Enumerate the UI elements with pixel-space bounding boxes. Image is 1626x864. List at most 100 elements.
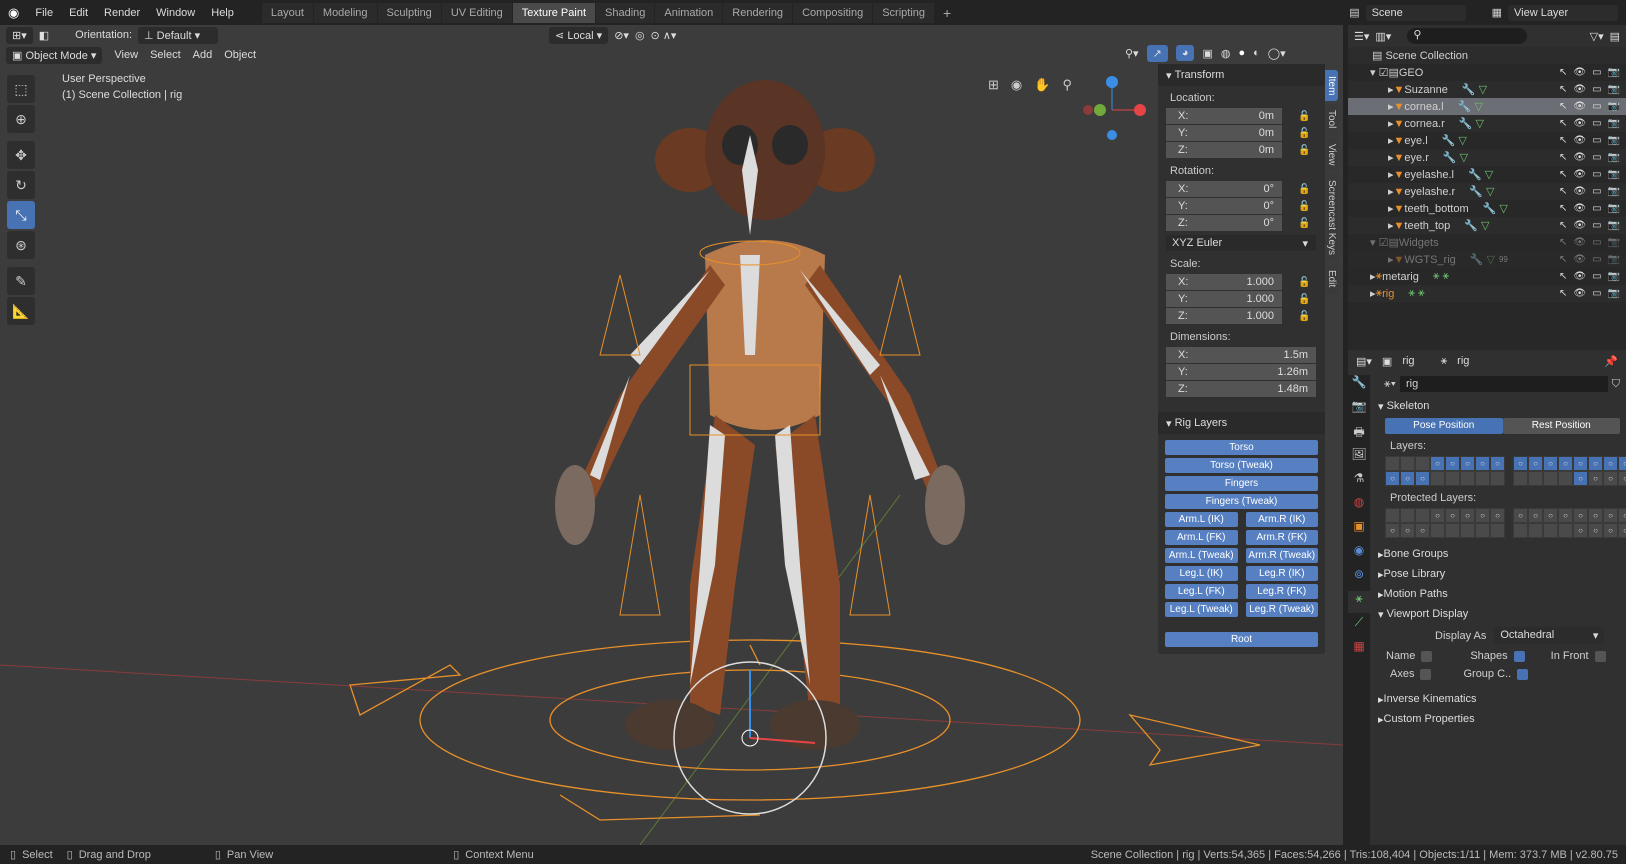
protected-layer-cell[interactable]: ○ — [1618, 523, 1626, 538]
outliner-item-name[interactable]: eyelashe.l — [1404, 169, 1454, 181]
layer-cell[interactable] — [1513, 471, 1528, 486]
viewport-icon[interactable]: ▭ — [1592, 169, 1601, 180]
rig-layer-button[interactable]: Fingers (Tweak) — [1165, 494, 1318, 509]
filter-icon[interactable]: ▽▾ — [1590, 30, 1604, 43]
lock-icon[interactable]: 🔓 — [1298, 294, 1310, 305]
layer-cell[interactable]: ○ — [1528, 456, 1543, 471]
overlay-toggle-icon[interactable]: ◕ — [1175, 45, 1195, 61]
layer-cell[interactable] — [1430, 471, 1445, 486]
pose-library-panel-header[interactable]: ▸ Pose Library — [1370, 564, 1626, 584]
layer-cell[interactable]: ○ — [1385, 471, 1400, 486]
hand-pan-icon[interactable]: ✋ — [1034, 77, 1050, 93]
layer-cell[interactable] — [1475, 471, 1490, 486]
camera-icon[interactable]: ◉ — [1011, 77, 1022, 93]
eye-icon[interactable]: 👁 — [1573, 84, 1586, 95]
tab-layout[interactable]: Layout — [261, 2, 313, 23]
layer-cell[interactable]: ○ — [1430, 456, 1445, 471]
render-icon[interactable]: 📷 — [1608, 237, 1620, 248]
viewport-icon[interactable]: ▭ — [1592, 84, 1601, 95]
outliner-row[interactable]: ▸ ▼ eyelashe.l 🔧 ▽ ↖ 👁 ▭ 📷 — [1348, 166, 1626, 183]
eye-icon[interactable]: 👁 — [1573, 220, 1586, 231]
protected-layer-cell[interactable]: ○ — [1475, 508, 1490, 523]
visibility-icon[interactable]: ⚲▾ — [1125, 47, 1139, 60]
eye-icon[interactable]: 👁 — [1573, 237, 1586, 248]
render-icon[interactable]: 📷 — [1608, 186, 1620, 197]
protected-layer-cell[interactable]: ○ — [1603, 523, 1618, 538]
viewport-menu-select[interactable]: Select — [150, 49, 181, 61]
tab-shading[interactable]: Shading — [596, 2, 655, 23]
scene-selector[interactable]: Scene — [1365, 4, 1466, 21]
blender-logo-icon[interactable]: ◉ — [0, 5, 27, 21]
transform-panel-header[interactable]: ▾ Transform — [1158, 64, 1325, 86]
world-tab-icon[interactable]: ◍ — [1348, 495, 1370, 517]
layer-cell[interactable] — [1445, 471, 1460, 486]
expand-arrow-icon[interactable]: ▾ ☑ — [1370, 66, 1388, 79]
outliner-row[interactable]: ▸ ⚹ metarig ⚹ ⚹ ↖ 👁 ▭ 📷 — [1348, 268, 1626, 285]
protected-layer-cell[interactable]: ○ — [1573, 523, 1588, 538]
outliner-search-input[interactable]: ⚲ — [1407, 28, 1528, 44]
render-icon[interactable]: 📷 — [1608, 118, 1620, 129]
viewport-icon[interactable]: ▭ — [1592, 135, 1601, 146]
armature-data-icon[interactable]: ⚹▾ — [1384, 378, 1396, 391]
armature-data-tab-icon[interactable]: ⚹ — [1348, 591, 1370, 613]
rendered-shading-icon[interactable]: ◯▾ — [1268, 47, 1286, 60]
measure-tool-icon[interactable]: 📐 — [7, 297, 35, 325]
protected-layer-cell[interactable]: ○ — [1430, 508, 1445, 523]
protected-layer-cell[interactable]: ○ — [1558, 508, 1573, 523]
rotation-mode-dropdown[interactable]: XYZ Euler ▾ — [1166, 235, 1316, 251]
outliner-item-name[interactable]: teeth_top — [1404, 220, 1450, 232]
protected-layer-cell[interactable]: ○ — [1385, 523, 1400, 538]
layer-cell[interactable] — [1558, 471, 1573, 486]
lock-icon[interactable]: 🔓 — [1298, 201, 1310, 212]
rig-layer-button[interactable]: Arm.R (IK) — [1245, 512, 1318, 527]
viewport-icon[interactable]: ▭ — [1592, 254, 1601, 265]
physics-tab-icon[interactable]: ◉ — [1348, 543, 1370, 565]
rotate-tool-icon[interactable]: ↻ — [7, 171, 35, 199]
render-icon[interactable]: 📷 — [1608, 220, 1620, 231]
layer-cell[interactable]: ○ — [1603, 471, 1618, 486]
protected-layer-cell[interactable]: ○ — [1528, 508, 1543, 523]
tab-texture-paint[interactable]: Texture Paint — [512, 2, 595, 23]
inverse-kinematics-panel-header[interactable]: ▸ Inverse Kinematics — [1370, 689, 1626, 709]
material-shading-icon[interactable]: ◐ — [1253, 47, 1260, 59]
layer-cell[interactable]: ○ — [1603, 456, 1618, 471]
breadcrumb-armature[interactable]: rig — [1457, 355, 1469, 367]
selectable-icon[interactable]: ↖ — [1559, 135, 1567, 146]
layer-cell[interactable]: ○ — [1460, 456, 1475, 471]
tool-tab-icon[interactable]: 🔧 — [1348, 375, 1370, 397]
eye-icon[interactable]: 👁 — [1573, 169, 1586, 180]
tab-uv-editing[interactable]: UV Editing — [441, 2, 512, 23]
viewport-display-panel-header[interactable]: ▾ Viewport Display — [1370, 604, 1626, 624]
name-checkbox[interactable] — [1421, 650, 1433, 662]
outliner-item-name[interactable]: metarig — [1382, 271, 1419, 283]
outliner-item-name[interactable]: eyelashe.r — [1404, 186, 1455, 198]
pin-icon[interactable]: 📌 — [1604, 355, 1618, 368]
protected-layer-cell[interactable]: ○ — [1490, 508, 1505, 523]
outliner-row[interactable]: ▸ ▼ cornea.r 🔧 ▽ ↖ 👁 ▭ 📷 — [1348, 115, 1626, 132]
layer-cell[interactable] — [1385, 456, 1400, 471]
layer-cell[interactable]: ○ — [1588, 456, 1603, 471]
protected-layer-cell[interactable]: ○ — [1445, 508, 1460, 523]
layer-cell[interactable]: ○ — [1400, 471, 1415, 486]
viewport-menu-object[interactable]: Object — [224, 49, 256, 61]
rig-layers-panel-header[interactable]: ▾ Rig Layers — [1158, 412, 1325, 434]
rig-layer-button[interactable]: Torso — [1165, 440, 1318, 455]
protected-layer-cell[interactable]: ○ — [1513, 508, 1528, 523]
protected-layer-cell[interactable]: ○ — [1543, 508, 1558, 523]
protected-layer-cell[interactable] — [1430, 523, 1445, 538]
protected-layer-cell[interactable] — [1528, 523, 1543, 538]
proportional-icon[interactable]: ⊙ ∧▾ — [651, 29, 677, 42]
protected-layer-cell[interactable] — [1460, 523, 1475, 538]
rig-layer-button[interactable]: Arm.L (IK) — [1165, 512, 1238, 527]
rig-layer-button[interactable]: Torso (Tweak) — [1165, 458, 1318, 473]
layer-cell[interactable]: ○ — [1513, 456, 1528, 471]
sidebar-tab-item[interactable]: Item — [1325, 70, 1338, 102]
move-tool-icon[interactable]: ✥ — [7, 141, 35, 169]
scale-z-field[interactable]: Z: 1.000 — [1166, 308, 1282, 324]
rig-layer-button[interactable]: Leg.L (FK) — [1165, 584, 1238, 599]
viewport-icon[interactable]: ▭ — [1592, 220, 1601, 231]
view-layer-selector[interactable]: View Layer — [1508, 4, 1618, 21]
viewport-icon[interactable]: ▭ — [1592, 101, 1601, 112]
render-icon[interactable]: 📷 — [1608, 288, 1620, 299]
editor-type-button[interactable]: ⊞▾ — [6, 26, 33, 44]
